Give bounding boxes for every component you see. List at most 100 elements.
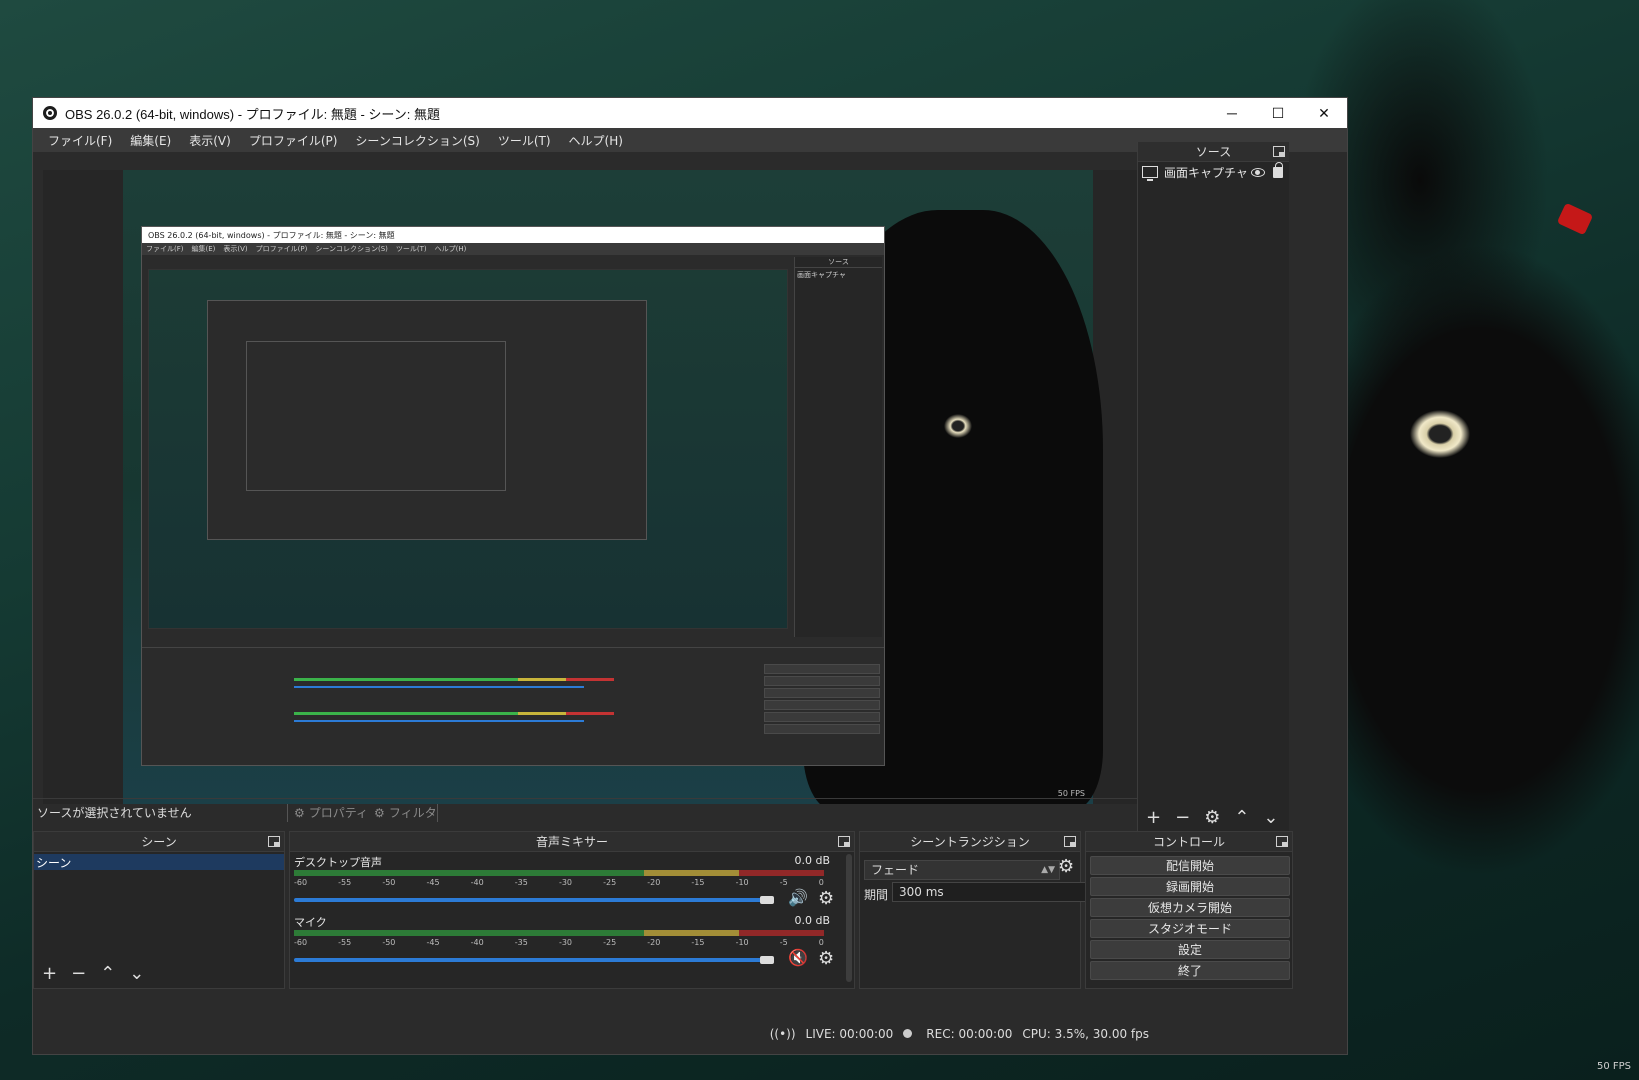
volume-slider-knob[interactable] xyxy=(760,896,774,904)
transition-title: シーントランジション xyxy=(910,835,1030,849)
source-status-bar: ソースが選択されていません ⚙ プロパティ ⚙ フィルタ xyxy=(33,798,1137,826)
bottom-docks: シーン シーン + − ⌃ ⌄ 音声ミキサー デスクトップ音声 0.0 dB -… xyxy=(33,831,1349,1021)
move-up-chevron-icon[interactable]: ⌃ xyxy=(1234,807,1249,828)
menu-profile[interactable]: プロファイル(P) xyxy=(240,132,347,149)
mixer-title: 音声ミキサー xyxy=(535,835,608,849)
start-virtual-camera-button[interactable]: 仮想カメラ開始 xyxy=(1090,898,1290,917)
menu-help[interactable]: ヘルプ(H) xyxy=(560,132,632,149)
controls-dock: コントロール 配信開始 録画開始 仮想カメラ開始 スタジオモード 設定 終了 xyxy=(1085,831,1293,989)
transition-dock: シーントランジション フェード ▲▼ ⚙ 期間 300 ms xyxy=(859,831,1092,989)
monitor-icon xyxy=(1142,166,1158,181)
channel-name: マイク xyxy=(294,916,327,929)
nested-obs-window: OBS 26.0.2 (64-bit, windows) - プロファイル: 無… xyxy=(141,226,885,766)
source-properties-gear-icon[interactable]: ⚙ xyxy=(1204,807,1220,828)
lock-icon[interactable] xyxy=(1273,161,1283,178)
broadcast-icon: ((•)) xyxy=(769,1027,796,1041)
source-label: 画面キャプチャ xyxy=(1164,165,1248,180)
remove-scene-minus-icon[interactable]: − xyxy=(71,963,86,984)
studio-mode-button[interactable]: スタジオモード xyxy=(1090,919,1290,938)
maximize-button[interactable]: ☐ xyxy=(1255,98,1301,128)
duration-input[interactable]: 300 ms xyxy=(892,882,1092,902)
obs-window: OBS 26.0.2 (64-bit, windows) - プロファイル: 無… xyxy=(32,97,1348,1055)
background-eye xyxy=(1380,398,1500,468)
speaker-muted-icon[interactable]: 🔇 xyxy=(788,948,808,967)
undock-icon[interactable] xyxy=(1064,836,1076,847)
close-button[interactable]: ✕ xyxy=(1301,98,1347,128)
mixer-dock: 音声ミキサー デスクトップ音声 0.0 dB -60 -55 -50 -45 -40 -3… xyxy=(289,831,855,989)
sources-toolbar: + − ⚙ ⌃ ⌄ xyxy=(1146,807,1279,828)
add-source-plus-icon[interactable]: + xyxy=(1146,807,1161,828)
status-bar: ((•)) LIVE: 00:00:00 REC: 00:00:00 CPU: … xyxy=(33,1022,1349,1046)
gear-icon[interactable]: ⚙ xyxy=(818,948,834,969)
channel-name: デスクトップ音声 xyxy=(294,856,382,869)
remove-source-minus-icon[interactable]: − xyxy=(1175,807,1190,828)
speaker-icon[interactable]: 🔊 xyxy=(788,888,808,907)
mixer-scrollbar[interactable] xyxy=(846,854,852,982)
volume-slider[interactable] xyxy=(294,898,764,902)
preview-area[interactable]: OBS 26.0.2 (64-bit, windows) - プロファイル: 無… xyxy=(33,152,1181,848)
start-streaming-button[interactable]: 配信開始 xyxy=(1090,856,1290,875)
minimize-button[interactable]: ─ xyxy=(1209,98,1255,128)
preview-canvas[interactable]: OBS 26.0.2 (64-bit, windows) - プロファイル: 無… xyxy=(43,170,1173,804)
nested-title: OBS 26.0.2 (64-bit, windows) - プロファイル: 無… xyxy=(142,227,884,243)
controls-title: コントロール xyxy=(1152,835,1225,849)
duration-label: 期間 xyxy=(864,888,889,902)
move-down-chevron-icon[interactable]: ⌄ xyxy=(1263,807,1278,828)
obs-logo-icon xyxy=(43,106,57,120)
preview-eye xyxy=(923,408,993,444)
volume-meter xyxy=(294,870,824,876)
title-bar[interactable]: OBS 26.0.2 (64-bit, windows) - プロファイル: 無… xyxy=(33,98,1347,128)
meter-scale: -60 -55 -50 -45 -40 -35 -30 -25 -20 -15 -10 -5 0 xyxy=(294,878,824,887)
undock-icon[interactable] xyxy=(838,836,850,847)
undock-icon[interactable] xyxy=(1273,146,1285,157)
nested-preview xyxy=(148,269,788,629)
undock-icon[interactable] xyxy=(1276,836,1288,847)
exit-button[interactable]: 終了 xyxy=(1090,961,1290,980)
chevron-updown-icon: ▲▼ xyxy=(1041,865,1055,875)
sources-dock: ソース 画面キャプチャ + − ⚙ ⌃ ⌄ xyxy=(1137,142,1289,832)
volume-meter xyxy=(294,930,824,936)
settings-button[interactable]: 設定 xyxy=(1090,940,1290,959)
scenes-dock: シーン シーン + − ⌃ ⌄ xyxy=(33,831,285,989)
nested-sources: ソース 画面キャプチャ xyxy=(794,257,882,637)
menu-edit[interactable]: 編集(E) xyxy=(121,132,180,149)
rec-time: REC: 00:00:00 xyxy=(926,1027,1013,1041)
window-title: OBS 26.0.2 (64-bit, windows) - プロファイル: 無… xyxy=(65,106,440,122)
channel-db: 0.0 dB xyxy=(794,914,830,927)
filters-button[interactable]: ⚙ フィルタ xyxy=(374,804,437,821)
add-scene-plus-icon[interactable]: + xyxy=(42,963,57,984)
volume-slider[interactable] xyxy=(294,958,764,962)
menu-view[interactable]: 表示(V) xyxy=(180,132,240,149)
gear-icon[interactable]: ⚙ xyxy=(1058,856,1074,877)
nested-docks xyxy=(142,647,884,765)
filter-icon: ⚙ xyxy=(374,805,385,820)
volume-slider-knob[interactable] xyxy=(760,956,774,964)
gear-icon: ⚙ xyxy=(294,805,305,820)
channel-db: 0.0 dB xyxy=(794,854,830,867)
move-up-chevron-icon[interactable]: ⌃ xyxy=(100,963,115,984)
menu-file[interactable]: ファイル(F) xyxy=(39,132,121,149)
scenes-title: シーン xyxy=(141,835,177,849)
scene-item[interactable]: シーン xyxy=(34,854,284,870)
cpu-fps: CPU: 3.5%, 30.00 fps xyxy=(1022,1027,1149,1041)
live-time: LIVE: 00:00:00 xyxy=(805,1027,894,1041)
sources-title: ソース xyxy=(1195,145,1232,159)
move-down-chevron-icon[interactable]: ⌄ xyxy=(129,963,144,984)
gear-icon[interactable]: ⚙ xyxy=(818,888,834,909)
desktop-fps: 50 FPS xyxy=(1596,1061,1631,1072)
properties-button[interactable]: ⚙ プロパティ xyxy=(294,804,368,821)
rec-indicator xyxy=(903,1027,916,1041)
menu-scene-collection[interactable]: シーンコレクション(S) xyxy=(346,132,488,149)
source-item[interactable]: 画面キャプチャ xyxy=(1138,161,1289,182)
no-source-label: ソースが選択されていません xyxy=(37,806,192,820)
visibility-eye-icon[interactable] xyxy=(1251,167,1265,177)
transition-select[interactable]: フェード ▲▼ xyxy=(864,860,1060,880)
start-recording-button[interactable]: 録画開始 xyxy=(1090,877,1290,896)
background-detail xyxy=(1556,202,1594,236)
mixer-channel-desktop: デスクトップ音声 0.0 dB xyxy=(294,854,834,870)
scenes-toolbar: + − ⌃ ⌄ xyxy=(42,963,144,984)
preview-fps: 50 FPS xyxy=(1057,789,1085,798)
menu-tools[interactable]: ツール(T) xyxy=(489,132,560,149)
nested-menu: ファイル(F) 編集(E) 表示(V) プロファイル(P) シーンコレクション(S) ツー… xyxy=(142,243,884,255)
undock-icon[interactable] xyxy=(268,836,280,847)
